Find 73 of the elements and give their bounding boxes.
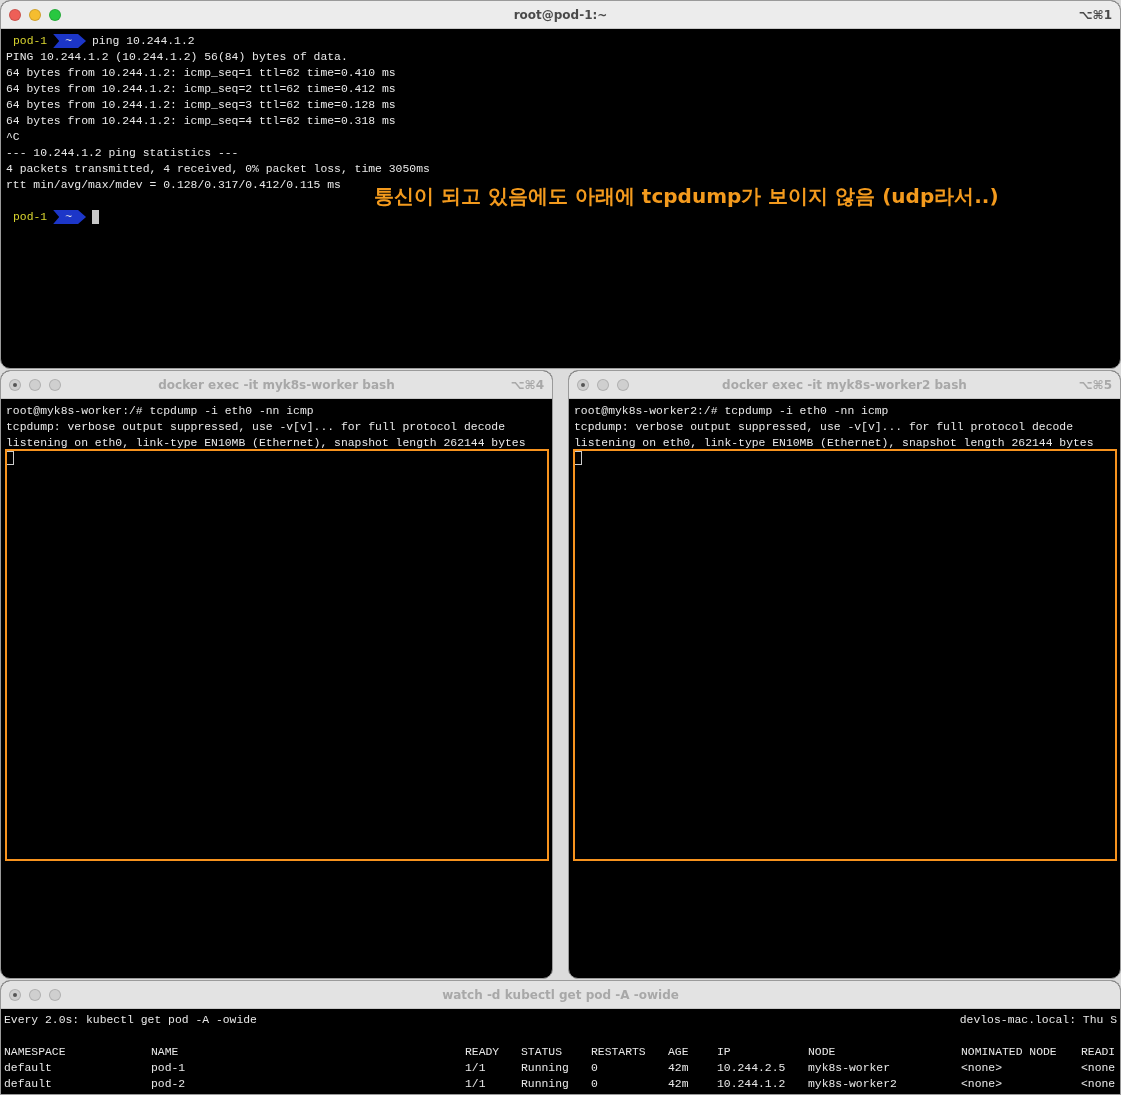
column-header: READY xyxy=(465,1045,501,1060)
table-cell-text: <none> xyxy=(961,1077,1003,1092)
table-cell-text: 1/1 xyxy=(465,1077,487,1092)
watch-host-time: devlos-mac.local: Thu S xyxy=(959,1013,1117,1028)
window-title: watch -d kubectl get pod -A -owide xyxy=(442,987,679,1002)
close-button[interactable] xyxy=(9,378,21,391)
terminal-line: listening on eth0, link-type EN10MB (Ethernet), snapshot length 262144 bytes xyxy=(6,436,526,451)
terminal-line: 64 bytes from 10.244.1.2: icmp_seq=2 ttl=62 time=0.412 ms xyxy=(6,82,396,97)
column-header: AGE xyxy=(668,1045,690,1060)
column-header: NOMINATED NODE xyxy=(961,1045,1058,1060)
column-header: STATUS xyxy=(521,1045,563,1060)
terminal-line: 4 packets transmitted, 4 received, 0% packet loss, time 3050ms xyxy=(6,162,430,177)
minimize-button[interactable] xyxy=(597,378,609,391)
zoom-button[interactable] xyxy=(49,8,61,21)
prompt-host: pod-1 xyxy=(13,34,48,49)
table-cell-text: <none xyxy=(1081,1061,1117,1076)
terminal-line: listening on eth0, link-type EN10MB (Ethernet), snapshot length 262144 bytes xyxy=(574,436,1094,451)
window-shortcut: ⌥⌘1 xyxy=(1078,7,1112,22)
minimize-button[interactable] xyxy=(29,988,41,1001)
zoom-button[interactable] xyxy=(617,378,629,391)
watch-header: Every 2.0s: kubectl get pod -A -owide xyxy=(4,1013,257,1028)
table-cell-text: default xyxy=(4,1061,53,1076)
close-button[interactable] xyxy=(9,988,21,1001)
table-cell-text: 10.244.1.2 xyxy=(717,1077,787,1092)
table-cell-text: pod-2 xyxy=(151,1077,187,1092)
text-cursor xyxy=(6,451,14,465)
column-header: NAME xyxy=(151,1045,180,1060)
window-title: root@pod-1:~ xyxy=(513,7,608,22)
table-cell-text: 0 xyxy=(591,1077,599,1092)
table-cell-text: 42m xyxy=(668,1077,690,1092)
close-button[interactable] xyxy=(577,378,589,391)
table-cell-text: 1/1 xyxy=(465,1061,487,1076)
table-cell-text: myk8s-worker xyxy=(808,1061,892,1076)
table-cell-text: <none xyxy=(1081,1077,1117,1092)
table-cell-text: pod-1 xyxy=(151,1061,187,1076)
terminal-line: 64 bytes from 10.244.1.2: icmp_seq=3 ttl=62 time=0.128 ms xyxy=(6,98,396,113)
window-title: docker exec -it myk8s-worker bash xyxy=(158,377,395,392)
table-cell-text: Running xyxy=(521,1061,570,1076)
terminal-line: root@myk8s-worker2:/# tcpdump -i eth0 -nn icmp xyxy=(574,404,889,419)
terminal-line: root@myk8s-worker:/# tcpdump -i eth0 -nn icmp xyxy=(6,404,314,419)
window-shortcut: ⌥⌘5 xyxy=(1078,377,1112,392)
table-cell-text: 42m xyxy=(668,1061,690,1076)
terminal-line: ^C xyxy=(6,130,20,145)
command-text: ping 10.244.1.2 xyxy=(92,34,195,49)
window-title: docker exec -it myk8s-worker2 bash xyxy=(722,377,967,392)
window-shortcut: ⌥⌘4 xyxy=(510,377,544,392)
column-header: RESTARTS xyxy=(591,1045,647,1060)
table-cell-text: myk8s-worker2 xyxy=(808,1077,898,1092)
table-cell-text: Running xyxy=(521,1077,570,1092)
terminal-line: --- 10.244.1.2 ping statistics --- xyxy=(6,146,239,161)
zoom-button[interactable] xyxy=(49,378,61,391)
terminal-line: rtt min/avg/max/mdev = 0.128/0.317/0.412/0.115 ms xyxy=(6,178,341,193)
column-header: READI xyxy=(1081,1045,1117,1060)
minimize-button[interactable] xyxy=(29,378,41,391)
table-cell-text: default xyxy=(4,1077,53,1092)
table-cell-text: <none> xyxy=(961,1061,1003,1076)
prompt-host: pod-1 xyxy=(13,210,48,225)
terminal-line: 64 bytes from 10.244.1.2: icmp_seq=1 ttl=62 time=0.410 ms xyxy=(6,66,396,81)
terminal-line: 64 bytes from 10.244.1.2: icmp_seq=4 ttl=62 time=0.318 ms xyxy=(6,114,396,129)
zoom-button[interactable] xyxy=(49,988,61,1001)
column-header: NAMESPACE xyxy=(4,1045,67,1060)
text-cursor xyxy=(574,451,582,465)
table-cell-text: 0 xyxy=(591,1061,599,1076)
prompt-directory: ~ xyxy=(53,210,87,224)
column-header: IP xyxy=(717,1045,732,1060)
prompt-directory: ~ xyxy=(53,34,87,48)
terminal-line: tcpdump: verbose output suppressed, use -v[v]... for full protocol decode xyxy=(6,420,505,435)
terminal-line: tcpdump: verbose output suppressed, use -v[v]... for full protocol decode xyxy=(574,420,1073,435)
terminal-line: PING 10.244.1.2 (10.244.1.2) 56(84) bytes of data. xyxy=(6,50,348,65)
table-cell-text: 10.244.2.5 xyxy=(717,1061,787,1076)
minimize-button[interactable] xyxy=(29,8,41,21)
close-button[interactable] xyxy=(9,8,21,21)
column-header: NODE xyxy=(808,1045,837,1060)
